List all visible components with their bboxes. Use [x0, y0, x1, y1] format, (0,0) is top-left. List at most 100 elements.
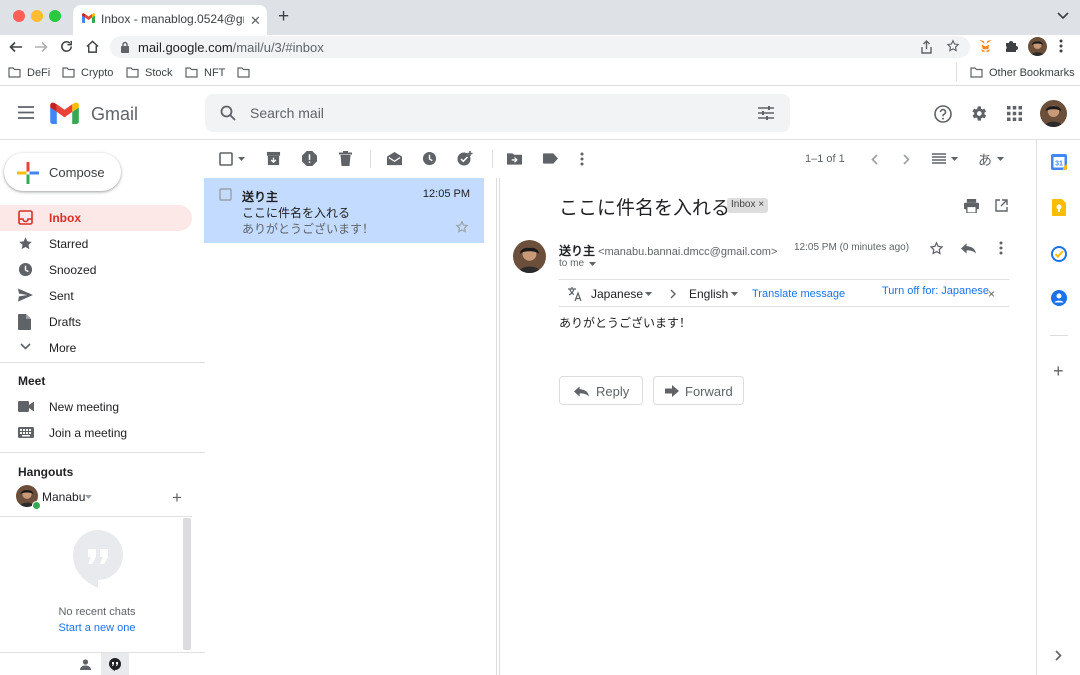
hangouts-scrollbar[interactable]	[183, 518, 191, 650]
bookmark-folder-unnamed[interactable]	[237, 65, 256, 80]
pane-splitter[interactable]	[496, 178, 500, 675]
keep-notes-icon[interactable]	[1052, 199, 1066, 216]
inbox-label-chip: Inbox ×	[727, 198, 769, 213]
settings-gear-icon[interactable]	[969, 104, 988, 123]
turn-off-translate-link[interactable]: Turn off for: Japanese	[882, 285, 989, 297]
address-bar[interactable]: mail.google.com/mail/u/3/#inbox	[110, 36, 970, 58]
sidebar-item-inbox[interactable]: Inbox	[0, 205, 192, 231]
calendar-icon[interactable]: 31	[1051, 154, 1067, 170]
bookmark-folder-stock[interactable]: Stock	[126, 65, 173, 80]
forward-icon[interactable]	[34, 40, 48, 54]
bookmark-star-icon[interactable]	[946, 39, 960, 53]
bookmark-folder-defi[interactable]: DeFi	[8, 65, 50, 80]
sidebar-item-drafts[interactable]: Drafts	[0, 309, 192, 335]
recipients-toggle[interactable]: to me	[559, 258, 597, 269]
hangouts-tab-active[interactable]	[101, 653, 129, 675]
contacts-person-icon[interactable]	[80, 659, 91, 670]
status-dropdown-icon[interactable]	[85, 495, 92, 499]
reply-label: Reply	[596, 384, 630, 399]
forward-button[interactable]: Forward	[653, 376, 744, 405]
start-new-chat-link[interactable]: Start a new one	[0, 622, 194, 634]
tasks-icon[interactable]	[1051, 246, 1067, 262]
extensions-puzzle-icon[interactable]	[1004, 39, 1018, 53]
delete-trash-icon[interactable]	[339, 151, 352, 166]
bookmark-folder-nft[interactable]: NFT	[185, 65, 225, 80]
contacts-icon[interactable]	[1051, 290, 1067, 306]
compose-button[interactable]: Compose	[4, 153, 121, 191]
source-language-select[interactable]: Japanese	[591, 287, 643, 301]
report-spam-icon[interactable]	[302, 151, 317, 166]
input-tools-icon[interactable]: あ	[978, 150, 992, 170]
search-bar[interactable]: Search mail	[205, 94, 790, 132]
reply-button[interactable]: Reply	[559, 376, 643, 405]
message-timestamp: 12:05 PM (0 minutes ago)	[794, 242, 910, 253]
browser-tab[interactable]: Inbox - manablog.0524@gmail.com ✕	[73, 5, 267, 35]
forward-label: Forward	[685, 384, 733, 399]
new-meeting-item[interactable]: New meeting	[0, 394, 192, 420]
sidebar-item-snoozed[interactable]: Snoozed	[0, 257, 192, 283]
print-icon[interactable]	[964, 199, 979, 213]
mark-unread-icon[interactable]	[387, 151, 402, 166]
gmail-logo-icon[interactable]	[50, 102, 79, 124]
newer-chevron-left-icon[interactable]	[871, 154, 878, 165]
help-icon[interactable]	[934, 105, 952, 123]
other-bookmarks[interactable]: Other Bookmarks	[970, 65, 1075, 80]
close-window-button[interactable]	[13, 10, 25, 22]
input-tools-dropdown-icon[interactable]	[997, 157, 1004, 161]
row-checkbox[interactable]	[219, 188, 232, 201]
minimize-window-button[interactable]	[31, 10, 43, 22]
hangouts-user-name[interactable]: Manabu	[42, 490, 85, 504]
metamask-extension-icon[interactable]	[978, 39, 993, 53]
sidebar-item-starred[interactable]: Starred	[0, 231, 192, 257]
join-meeting-item[interactable]: Join a meeting	[0, 420, 192, 446]
show-side-panel-chevron-icon[interactable]	[1055, 650, 1062, 661]
remove-label-icon[interactable]: ×	[758, 199, 764, 210]
target-language-select[interactable]: English	[689, 287, 728, 301]
message-row[interactable]: 送り主 12:05 PM ここに件名を入れる ありがとうございます！	[204, 178, 484, 243]
target-language-dropdown-icon[interactable]	[731, 292, 738, 296]
main-menu-icon[interactable]	[18, 106, 34, 119]
split-pane-toggle-icon[interactable]	[932, 153, 958, 164]
search-icon[interactable]	[220, 105, 236, 121]
message-star-icon[interactable]	[929, 241, 944, 256]
move-to-icon[interactable]	[507, 152, 522, 165]
new-chat-plus-icon[interactable]: +	[172, 488, 182, 508]
tab-close-icon[interactable]: ✕	[250, 13, 261, 29]
search-input[interactable]: Search mail	[250, 105, 324, 121]
snooze-clock-icon[interactable]	[422, 151, 437, 166]
share-icon[interactable]	[920, 40, 933, 54]
open-in-new-window-icon[interactable]	[995, 199, 1008, 212]
row-star-icon[interactable]	[455, 220, 469, 234]
get-addons-plus-icon[interactable]: +	[1053, 362, 1064, 380]
draft-icon	[18, 314, 31, 330]
tab-search-icon[interactable]	[1057, 12, 1069, 20]
back-icon[interactable]	[9, 40, 23, 54]
reload-icon[interactable]	[59, 39, 74, 54]
from-name[interactable]: 送り主	[559, 244, 595, 258]
older-chevron-right-icon[interactable]	[903, 154, 910, 165]
chrome-menu-icon[interactable]	[1059, 39, 1063, 53]
label-tag-icon[interactable]	[543, 153, 558, 164]
search-options-icon[interactable]	[758, 106, 774, 120]
add-to-tasks-icon[interactable]	[457, 151, 474, 166]
home-icon[interactable]	[85, 39, 100, 54]
new-tab-icon[interactable]: +	[278, 6, 289, 28]
message-more-icon[interactable]	[999, 241, 1003, 255]
folder-icon	[237, 67, 250, 78]
sidebar-item-sent[interactable]: Sent	[0, 283, 192, 309]
bookmark-folder-crypto[interactable]: Crypto	[62, 65, 113, 80]
apps-grid-icon[interactable]	[1007, 106, 1022, 121]
profile-avatar[interactable]	[1028, 37, 1047, 56]
archive-icon[interactable]	[266, 151, 281, 166]
translate-message-link[interactable]: Translate message	[752, 288, 845, 300]
source-language-dropdown-icon[interactable]	[645, 292, 652, 296]
sidebar-item-more[interactable]: More	[0, 335, 192, 361]
reply-arrow-icon[interactable]	[961, 243, 976, 254]
sender-avatar[interactable]	[513, 240, 546, 273]
account-avatar[interactable]	[1040, 100, 1067, 127]
close-translate-icon[interactable]: ×	[988, 287, 995, 301]
maximize-window-button[interactable]	[49, 10, 61, 22]
select-dropdown-icon[interactable]	[238, 157, 245, 161]
select-all-checkbox[interactable]	[219, 152, 233, 166]
more-options-icon[interactable]	[580, 152, 584, 166]
